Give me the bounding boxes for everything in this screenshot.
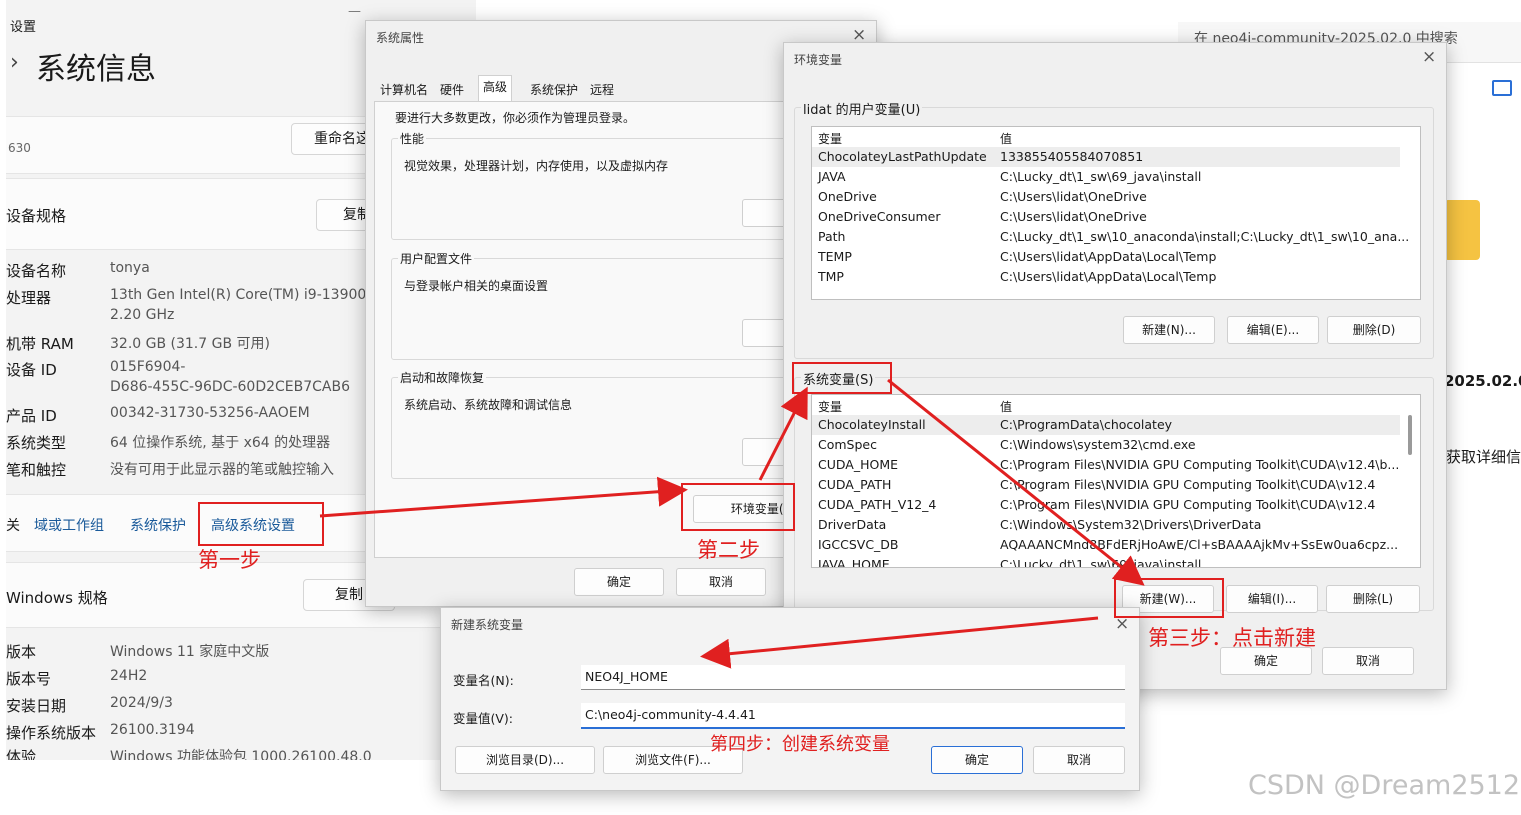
arrow-step1-to-step2 bbox=[319, 476, 688, 518]
arrow-new-button-to-dialog bbox=[700, 616, 1099, 669]
annotation-step1: 第一步 bbox=[198, 548, 261, 572]
annotation-step2: 第二步 bbox=[697, 538, 760, 562]
annotation-arrows bbox=[319, 378, 1145, 669]
arrow-system-variables-to-new-button bbox=[887, 378, 1145, 586]
arrow-step2-to-system-variables bbox=[758, 386, 808, 481]
annotation-step4: 第四步：创建系统变量 bbox=[710, 734, 890, 755]
csdn-watermark: CSDN @Dream2512 bbox=[1248, 770, 1521, 801]
annotation-step3: 第三步：点击新建 bbox=[1148, 626, 1316, 650]
